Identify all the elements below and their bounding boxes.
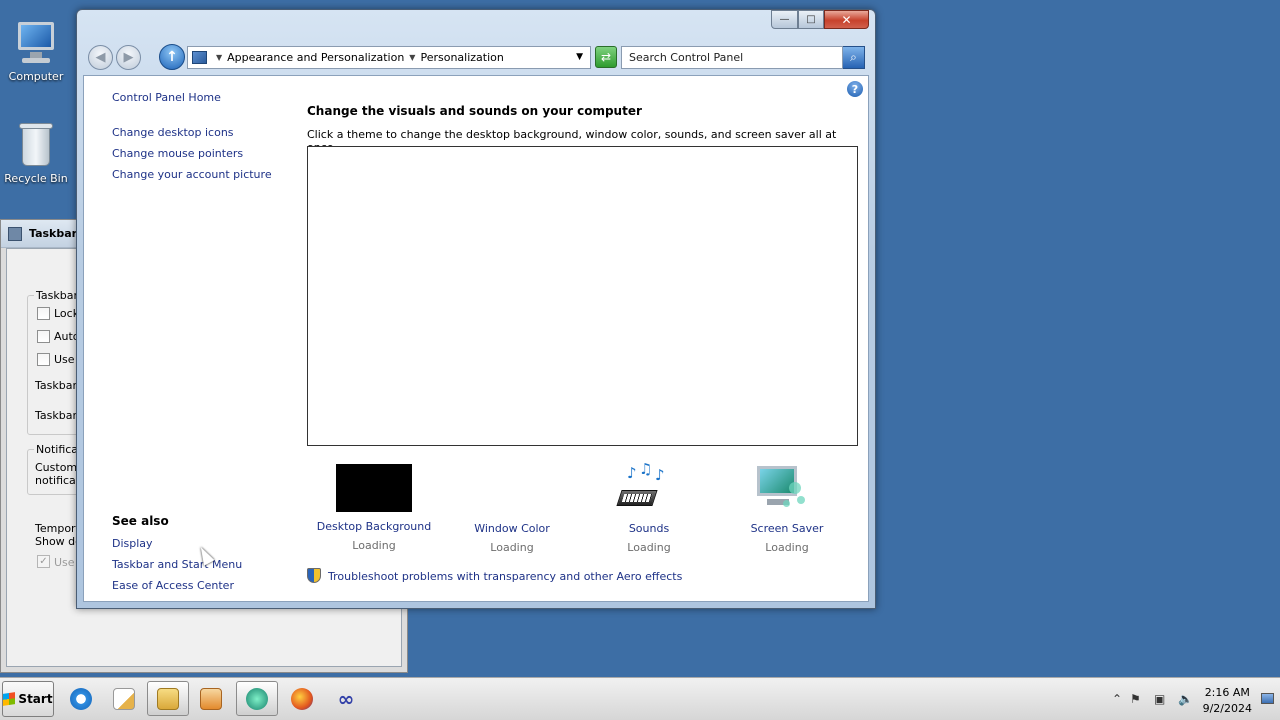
media-player-icon [200,687,222,710]
system-tray: ⌃ ⚑ ▣ 🔈 2:16 AM 9/2/2024 [1100,678,1280,720]
taskbar-explorer[interactable] [147,681,189,716]
forward-button[interactable]: ▶ [116,45,141,70]
personalization-icon [246,687,268,710]
small-icons-checkbox[interactable] [37,353,50,366]
back-arrow-icon: ◀ [95,50,106,65]
action-center-flag-icon[interactable]: ⚑ [1130,692,1141,706]
use-aero-peek-checkbox[interactable]: ✓ [37,555,50,568]
start-button[interactable]: Start [2,681,54,717]
wordpad-icon [113,687,135,710]
desktop-icon-recycle-bin[interactable]: Recycle Bin [0,120,72,185]
address-dropdown-icon[interactable]: ▼ [576,52,583,62]
personalization-window[interactable]: — □ ✕ ◀ ▶ ↑ ▼ Appearance and Personaliza… [76,9,876,609]
tile-label[interactable]: Desktop Background [304,520,444,533]
minimize-icon: — [779,14,790,25]
screen-saver-tile[interactable]: Screen Saver Loading [717,464,857,554]
screen-saver-icon [749,464,825,514]
breadcrumb-appearance[interactable]: Appearance and Personalization [227,51,404,64]
theme-list[interactable] [307,146,858,446]
autohide-checkbox[interactable] [37,330,50,343]
lock-taskbar-checkbox[interactable] [37,307,50,320]
desktop-background-icon [336,464,412,512]
shield-icon [307,568,321,583]
volume-muted-icon[interactable]: 🔈 [1178,692,1193,706]
back-button[interactable]: ◀ [88,45,113,70]
search-input[interactable]: Search Control Panel [621,46,843,69]
breadcrumb-personalization[interactable]: Personalization [420,51,503,64]
clock-date: 9/2/2024 [1202,702,1252,715]
close-button[interactable]: ✕ [824,10,869,29]
search-button[interactable]: ⌕ [843,46,865,69]
start-label: Start [18,692,53,706]
minimize-button[interactable]: — [771,10,798,29]
taskbar-app[interactable]: ∞ [325,681,367,716]
tile-label[interactable]: Screen Saver [717,522,857,535]
taskbar-media-player[interactable] [190,681,232,716]
ease-of-access-link[interactable]: Ease of Access Center [112,579,234,592]
up-arrow-icon: ↑ [166,49,178,65]
taskbar-properties-icon [8,227,22,241]
windows-logo-icon [3,692,16,706]
navigation-bar: ◀ ▶ ↑ ▼ Appearance and Personalization ▼… [83,43,869,71]
refresh-icon: ⇄ [600,50,612,64]
desktop-icon-label: Computer [8,70,64,83]
clock-time: 2:16 AM [1204,686,1250,699]
forward-arrow-icon: ▶ [123,50,134,65]
breadcrumb-chevron-icon[interactable]: ▼ [409,53,415,62]
clock[interactable]: 2:16 AM 9/2/2024 [1203,685,1252,717]
content-pane: ? Control Panel Home Change desktop icon… [83,75,869,602]
taskbar-wordpad[interactable] [103,681,145,716]
taskbar-firefox[interactable] [281,681,323,716]
show-desktop-icon[interactable] [1261,693,1274,704]
tile-label[interactable]: Window Color [442,522,582,535]
change-account-picture-link[interactable]: Change your account picture [112,168,272,181]
network-icon[interactable]: ▣ [1154,692,1165,706]
maximize-icon: □ [806,14,816,25]
sounds-icon: ♪ ♫ ♪ [611,460,687,514]
troubleshoot-aero-link[interactable]: Troubleshoot problems with transparency … [328,570,682,583]
breadcrumb-chevron-icon[interactable]: ▼ [216,53,222,62]
recycle-bin-icon [12,120,60,168]
see-also-heading: See also [112,514,169,528]
window-color-icon [474,464,550,514]
refresh-button[interactable]: ⇄ [595,46,617,68]
desktop-icon-computer[interactable]: Computer [0,18,72,83]
window-color-tile[interactable]: Window Color Loading [442,464,582,554]
tile-status: Loading [765,541,809,554]
display-link[interactable]: Display [112,537,153,550]
infinity-app-icon: ∞ [337,686,355,711]
control-panel-icon [192,51,207,64]
up-button[interactable]: ↑ [159,44,185,70]
tile-status: Loading [627,541,671,554]
tile-label[interactable]: Sounds [579,522,719,535]
taskbar-control-panel[interactable] [236,681,278,716]
maximize-button[interactable]: □ [798,10,824,29]
address-bar[interactable]: ▼ Appearance and Personalization ▼ Perso… [187,46,591,69]
change-mouse-pointers-link[interactable]: Change mouse pointers [112,147,243,160]
taskbar-start-menu-link[interactable]: Taskbar and Start Menu [112,558,242,571]
tile-status: Loading [490,541,534,554]
taskbar-internet-explorer[interactable] [60,681,102,716]
change-desktop-icons-link[interactable]: Change desktop icons [112,126,234,139]
folder-icon [157,687,179,710]
sounds-tile[interactable]: ♪ ♫ ♪ Sounds Loading [579,460,719,554]
taskbar: Start ∞ ⌃ ⚑ ▣ 🔈 2:16 AM 9/2/2024 [0,677,1280,720]
page-title: Change the visuals and sounds on your co… [307,104,642,118]
close-icon: ✕ [841,12,852,27]
internet-explorer-icon [70,687,92,710]
show-hidden-icons-icon[interactable]: ⌃ [1112,692,1122,706]
computer-icon [12,18,60,66]
help-icon[interactable]: ? [847,81,863,97]
tile-status: Loading [352,539,396,552]
desktop-background-tile[interactable]: Desktop Background Loading [304,464,444,552]
search-icon: ⌕ [850,50,857,64]
control-panel-home-link[interactable]: Control Panel Home [112,91,221,104]
firefox-icon [291,687,313,710]
desktop-icon-label: Recycle Bin [4,172,68,185]
caption-buttons: — □ ✕ [771,10,869,29]
